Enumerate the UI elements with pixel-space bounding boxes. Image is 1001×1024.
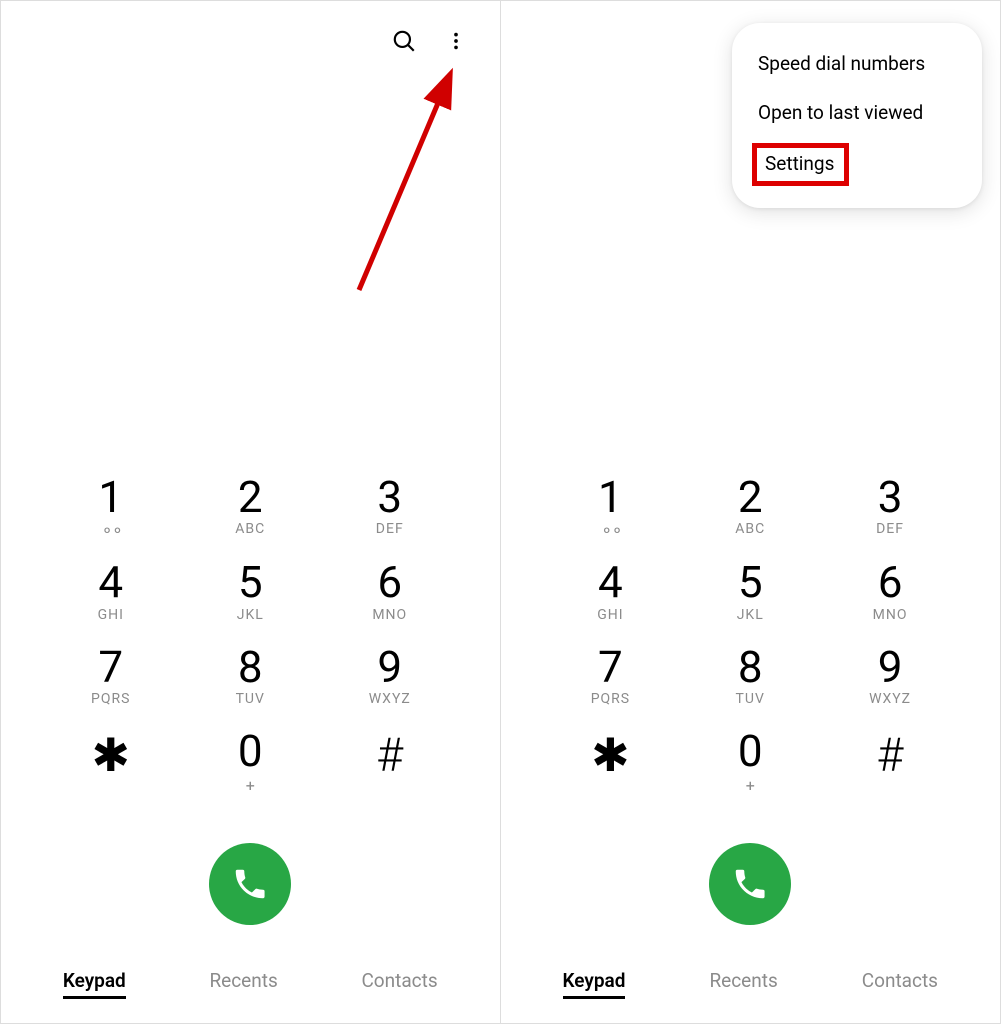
key-sub: GHI — [98, 607, 124, 625]
key-sub: MNO — [372, 607, 407, 625]
more-vert-icon — [445, 30, 467, 52]
panel-right: Speed dial numbers Open to last viewed S… — [501, 1, 1001, 1023]
bottom-tabs: Keypad Recents Contacts — [501, 955, 1001, 1023]
key-digit: 2 — [238, 473, 263, 521]
tab-contacts[interactable]: Contacts — [361, 969, 437, 999]
bottom-tabs: Keypad Recents Contacts — [1, 955, 500, 1023]
key-symbol: ✱ — [91, 727, 130, 787]
more-options-button[interactable] — [442, 27, 470, 55]
key-1[interactable]: 1 ⚬⚬ — [555, 473, 665, 540]
key-sub: PQRS — [91, 691, 130, 709]
key-symbol: ✱ — [591, 727, 630, 787]
key-digit: 7 — [98, 643, 123, 691]
key-6[interactable]: 6 MNO — [335, 558, 445, 624]
key-7[interactable]: 7 PQRS — [56, 643, 166, 709]
key-digit: 4 — [598, 558, 623, 606]
key-4[interactable]: 4 GHI — [555, 558, 665, 624]
key-5[interactable]: 5 JKL — [695, 558, 805, 624]
key-digit: 8 — [738, 643, 763, 691]
search-button[interactable] — [390, 27, 418, 55]
key-digit: 1 — [598, 473, 623, 521]
content-spacer — [1, 81, 500, 473]
call-row — [1, 843, 500, 925]
key-symbol: # — [376, 727, 403, 787]
key-sub: + — [246, 776, 255, 795]
key-9[interactable]: 9 WXYZ — [335, 643, 445, 709]
key-6[interactable]: 6 MNO — [835, 558, 945, 624]
call-button[interactable] — [209, 843, 291, 925]
key-7[interactable]: 7 PQRS — [555, 643, 665, 709]
search-icon — [391, 28, 417, 54]
voicemail-icon: ⚬⚬ — [100, 521, 121, 540]
topbar — [1, 1, 500, 81]
key-sub: WXYZ — [369, 691, 411, 709]
key-9[interactable]: 9 WXYZ — [835, 643, 945, 709]
menu-settings[interactable]: Settings — [732, 137, 982, 192]
key-sub: JKL — [737, 607, 764, 625]
key-sub: + — [746, 776, 755, 795]
key-sub: PQRS — [591, 691, 630, 709]
key-digit: 2 — [738, 473, 763, 521]
key-star[interactable]: ✱ — [56, 727, 166, 805]
key-digit: 1 — [98, 473, 123, 521]
key-sub: JKL — [237, 607, 264, 625]
key-digit: 7 — [598, 643, 623, 691]
phone-handset-icon — [731, 865, 769, 903]
key-sub: TUV — [736, 691, 765, 709]
key-sub: TUV — [236, 691, 265, 709]
key-digit: 6 — [377, 558, 402, 606]
key-digit: 4 — [98, 558, 123, 606]
tab-recents[interactable]: Recents — [709, 969, 777, 999]
key-sub: MNO — [873, 607, 908, 625]
key-sub: ABC — [735, 521, 765, 539]
key-sub: GHI — [597, 607, 623, 625]
key-digit: 3 — [377, 473, 402, 521]
key-star[interactable]: ✱ — [555, 727, 665, 805]
voicemail-icon: ⚬⚬ — [600, 521, 621, 540]
key-hash[interactable]: # — [335, 727, 445, 805]
key-1[interactable]: 1 ⚬⚬ — [56, 473, 166, 540]
key-5[interactable]: 5 JKL — [195, 558, 305, 624]
key-4[interactable]: 4 GHI — [56, 558, 166, 624]
key-sub: WXYZ — [869, 691, 911, 709]
tab-keypad[interactable]: Keypad — [63, 969, 126, 999]
key-digit: 5 — [738, 558, 763, 606]
key-digit: 8 — [238, 643, 263, 691]
key-digit: 9 — [377, 643, 402, 691]
menu-open-last-viewed[interactable]: Open to last viewed — [732, 88, 982, 137]
panel-left: 1 ⚬⚬ 2 ABC 3 DEF 4 GHI 5 JKL 6 M — [1, 1, 501, 1023]
key-sub: DEF — [876, 521, 904, 539]
call-button[interactable] — [709, 843, 791, 925]
key-8[interactable]: 8 TUV — [695, 643, 805, 709]
overflow-menu: Speed dial numbers Open to last viewed S… — [732, 23, 982, 208]
key-sub: ABC — [235, 521, 265, 539]
key-3[interactable]: 3 DEF — [335, 473, 445, 540]
menu-speed-dial[interactable]: Speed dial numbers — [732, 39, 982, 88]
key-digit: 0 — [238, 727, 263, 775]
phone-handset-icon — [231, 865, 269, 903]
key-hash[interactable]: # — [835, 727, 945, 805]
key-3[interactable]: 3 DEF — [835, 473, 945, 540]
tab-contacts[interactable]: Contacts — [862, 969, 938, 999]
key-symbol: # — [877, 727, 904, 787]
key-0[interactable]: 0 + — [195, 727, 305, 805]
keypad: 1 ⚬⚬ 2 ABC 3 DEF 4 GHI 5 JKL 6 M — [1, 473, 500, 823]
tab-keypad[interactable]: Keypad — [563, 969, 626, 999]
key-digit: 3 — [878, 473, 903, 521]
key-sub: DEF — [376, 521, 404, 539]
annotation-highlight: Settings — [752, 143, 849, 186]
call-row — [501, 843, 1001, 925]
key-digit: 6 — [878, 558, 903, 606]
key-8[interactable]: 8 TUV — [195, 643, 305, 709]
key-2[interactable]: 2 ABC — [195, 473, 305, 540]
key-digit: 0 — [738, 727, 763, 775]
keypad: 1 ⚬⚬ 2 ABC 3 DEF 4 GHI 5 JKL 6 M — [501, 473, 1001, 823]
key-digit: 5 — [238, 558, 263, 606]
key-2[interactable]: 2 ABC — [695, 473, 805, 540]
key-0[interactable]: 0 + — [695, 727, 805, 805]
key-digit: 9 — [878, 643, 903, 691]
tab-recents[interactable]: Recents — [209, 969, 277, 999]
menu-settings-label: Settings — [765, 152, 834, 175]
